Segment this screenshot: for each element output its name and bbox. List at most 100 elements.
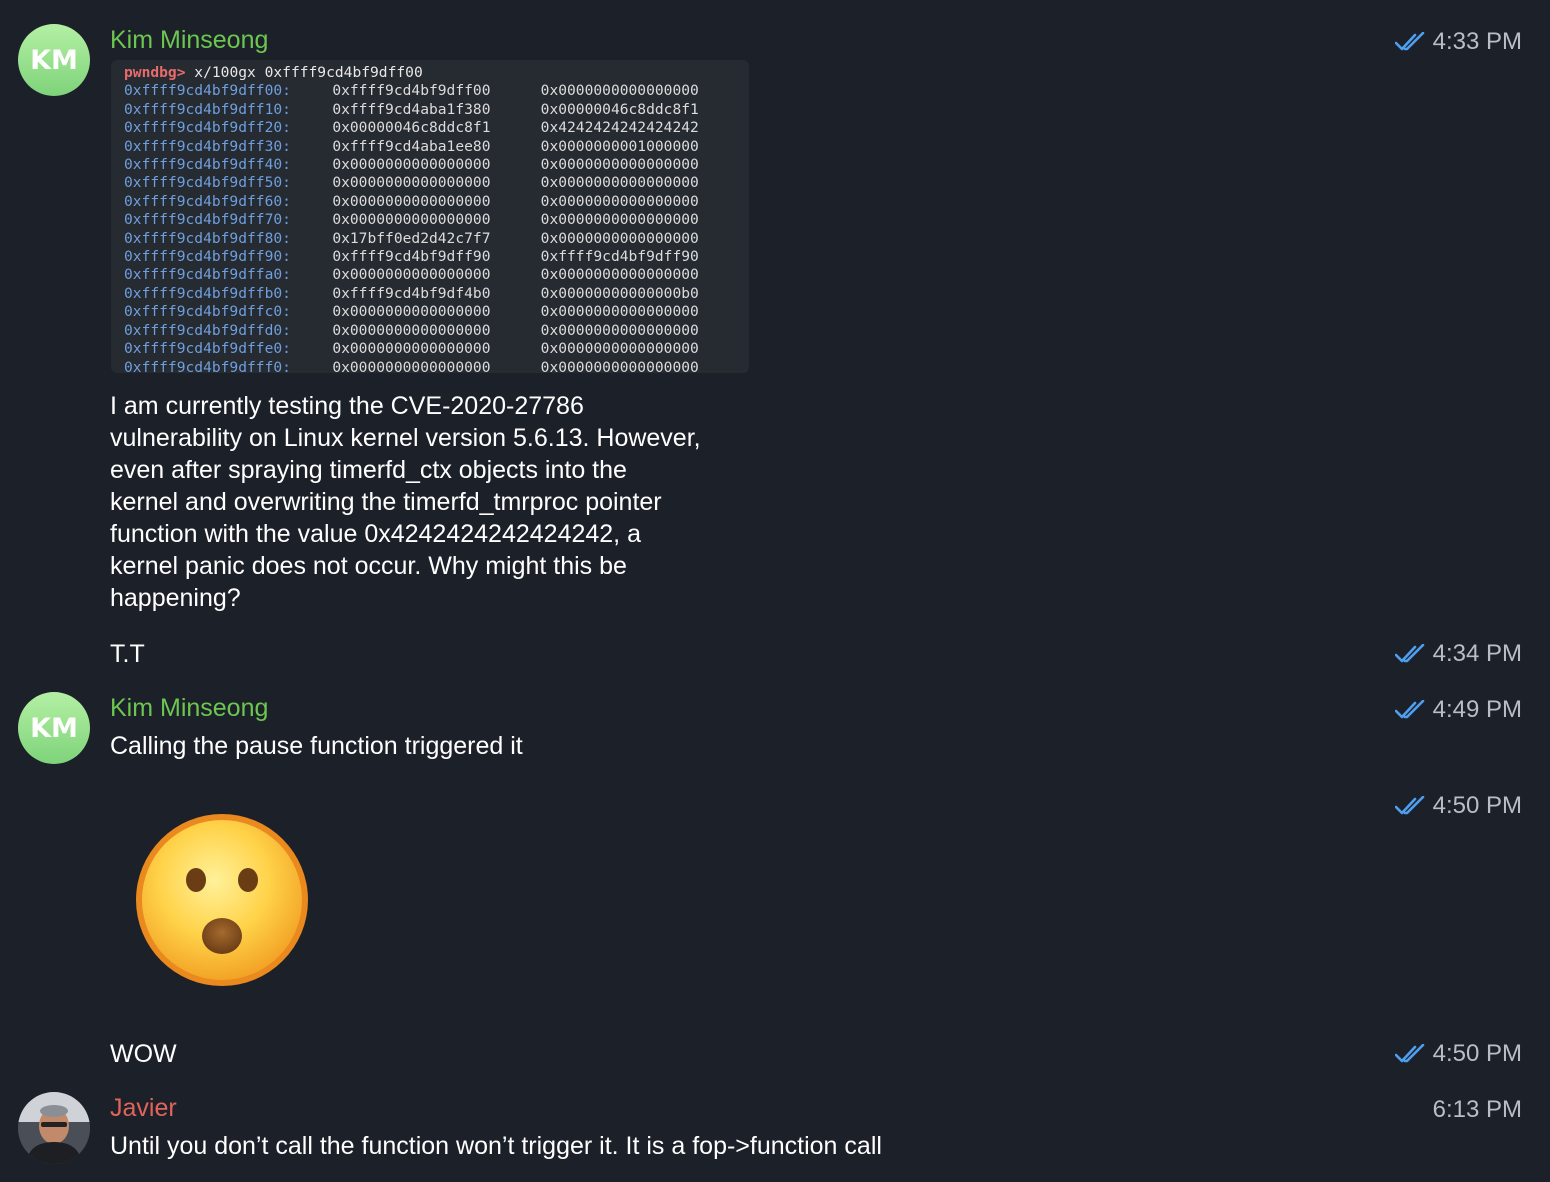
code-address: 0xffff9cd4bf9dff80: xyxy=(124,229,291,247)
code-value-2: 0x4242424242424242 xyxy=(540,119,699,137)
code-row: 0xffff9cd4bf9dff50: 0x0000000000000000 0x0… xyxy=(124,174,749,192)
code-address: 0xffff9cd4bf9dffd0: xyxy=(124,321,291,339)
code-value-1: 0x0000000000000000 xyxy=(332,358,491,374)
code-row: 0xffff9cd4bf9dff10: 0xffff9cd4aba1f380 0x0… xyxy=(124,101,749,119)
message-time: 4:50 PM xyxy=(1394,792,1522,820)
code-row: 0xffff9cd4bf9dffc0: 0x0000000000000000 0x0… xyxy=(124,303,749,321)
code-value-2: 0x00000046c8ddc8f1 xyxy=(540,100,699,118)
text-line: even after spraying timerfd_ctx objects … xyxy=(110,456,627,484)
code-value-2: 0xffff9cd4bf9dff90 xyxy=(540,248,699,266)
code-command: x/100gx 0xffff9cd4bf9dff00 xyxy=(185,64,423,81)
message-text: I am currently testing the CVE-2020-2778… xyxy=(110,390,701,614)
code-value-1: 0xffff9cd4bf9df4b0 xyxy=(332,284,491,302)
code-address: 0xffff9cd4bf9dff60: xyxy=(124,192,291,210)
code-rows: 0xffff9cd4bf9dff00: 0xffff9cd4bf9dff00 0x0… xyxy=(124,82,749,373)
time-label: 4:34 PM xyxy=(1432,640,1522,667)
message-time: 4:33 PM xyxy=(1394,28,1522,56)
code-row: 0xffff9cd4bf9dfff0: 0x0000000000000000 0x0… xyxy=(124,359,749,374)
code-row: 0xffff9cd4bf9dffe0: 0x0000000000000000 0x0… xyxy=(124,340,749,358)
code-address: 0xffff9cd4bf9dff20: xyxy=(124,119,291,137)
message-time: 6:13 PM xyxy=(1433,1096,1522,1124)
code-address: 0xffff9cd4bf9dffc0: xyxy=(124,303,291,321)
avatar-kim-minseong[interactable]: KM xyxy=(18,692,90,764)
code-value-2: 0x0000000000000000 xyxy=(540,211,699,229)
code-address: 0xffff9cd4bf9dff30: xyxy=(124,137,291,155)
code-value-2: 0x0000000000000000 xyxy=(540,192,699,210)
time-label: 4:50 PM xyxy=(1432,1040,1522,1067)
code-address: 0xffff9cd4bf9dff70: xyxy=(124,211,291,229)
avatar-kim-minseong[interactable]: KM xyxy=(18,24,90,96)
code-value-2: 0x0000000000000000 xyxy=(540,174,699,192)
code-row: 0xffff9cd4bf9dffb0: 0xffff9cd4bf9df4b0 0x0… xyxy=(124,285,749,303)
code-prompt: pwndbg> xyxy=(124,64,186,81)
double-check-icon xyxy=(1394,32,1424,51)
code-row: 0xffff9cd4bf9dff30: 0xffff9cd4aba1ee80 0x0… xyxy=(124,138,749,156)
message-time: 4:50 PM xyxy=(1394,1040,1522,1068)
text-line: kernel and overwriting the timerfd_tmrpr… xyxy=(110,488,662,516)
code-address: 0xffff9cd4bf9dff90: xyxy=(124,248,291,266)
text-line: kernel panic does not occur. Why might t… xyxy=(110,552,627,580)
code-value-1: 0x0000000000000000 xyxy=(332,321,491,339)
code-row: 0xffff9cd4bf9dff90: 0xffff9cd4bf9dff90 0xf… xyxy=(124,248,749,266)
code-value-2: 0x0000000000000000 xyxy=(540,229,699,247)
code-value-1: 0xffff9cd4aba1ee80 xyxy=(332,137,491,155)
double-check-icon xyxy=(1394,796,1424,815)
code-value-2: 0x0000000000000000 xyxy=(540,303,699,321)
code-value-2: 0x0000000000000000 xyxy=(540,340,699,358)
code-row: 0xffff9cd4bf9dff00: 0xffff9cd4bf9dff00 0x0… xyxy=(124,82,749,100)
code-row: 0xffff9cd4bf9dff70: 0x0000000000000000 0x0… xyxy=(124,211,749,229)
code-value-1: 0x0000000000000000 xyxy=(332,192,491,210)
code-value-2: 0x00000000000000b0 xyxy=(540,284,699,302)
time-label: 4:50 PM xyxy=(1432,792,1522,819)
code-address: 0xffff9cd4bf9dff40: xyxy=(124,156,291,174)
code-value-1: 0x0000000000000000 xyxy=(332,174,491,192)
code-value-1: 0x0000000000000000 xyxy=(332,303,491,321)
code-row: 0xffff9cd4bf9dff60: 0x0000000000000000 0x0… xyxy=(124,193,749,211)
code-row: 0xffff9cd4bf9dff80: 0x17bff0ed2d42c7f7 0x0… xyxy=(124,230,749,248)
double-check-icon xyxy=(1394,644,1424,663)
message-text: T.T xyxy=(110,640,145,668)
code-value-1: 0x0000000000000000 xyxy=(332,340,491,358)
sender-name[interactable]: Kim Minseong xyxy=(110,694,268,723)
code-value-1: 0x0000000000000000 xyxy=(332,211,491,229)
avatar-initials: KM xyxy=(30,712,78,744)
code-value-1: 0xffff9cd4aba1f380 xyxy=(332,100,491,118)
code-address: 0xffff9cd4bf9dffb0: xyxy=(124,284,291,302)
code-command-line: pwndbg> x/100gx 0xffff9cd4bf9dff00 xyxy=(124,64,749,82)
message-time: 4:34 PM xyxy=(1394,640,1522,668)
time-label: 4:49 PM xyxy=(1432,696,1522,723)
code-row: 0xffff9cd4bf9dff40: 0x0000000000000000 0x0… xyxy=(124,156,749,174)
code-row: 0xffff9cd4bf9dffa0: 0x0000000000000000 0x0… xyxy=(124,266,749,284)
avatar-javier[interactable] xyxy=(18,1092,90,1164)
code-address: 0xffff9cd4bf9dff00: xyxy=(124,82,291,100)
sender-name[interactable]: Kim Minseong xyxy=(110,26,268,55)
code-value-1: 0x00000046c8ddc8f1 xyxy=(332,119,491,137)
code-value-2: 0x0000000000000000 xyxy=(540,156,699,174)
text-line: vulnerability on Linux kernel version 5.… xyxy=(110,424,701,452)
chat-history: KM Kim Minseong 4:33 PM pwndbg> x/100gx … xyxy=(0,0,1550,1182)
code-address: 0xffff9cd4bf9dffa0: xyxy=(124,266,291,284)
code-screenshot[interactable]: pwndbg> x/100gx 0xffff9cd4bf9dff00 0xfff… xyxy=(111,60,749,373)
text-line: happening? xyxy=(110,584,241,612)
message-time: 4:49 PM xyxy=(1394,696,1522,724)
time-label: 4:33 PM xyxy=(1432,28,1522,55)
message-text: Until you don’t call the function won’t … xyxy=(110,1132,882,1160)
code-value-1: 0xffff9cd4bf9dff00 xyxy=(332,82,491,100)
person-photo-icon xyxy=(18,1092,90,1164)
code-value-1: 0x0000000000000000 xyxy=(332,156,491,174)
code-value-2: 0x0000000000000000 xyxy=(540,82,699,100)
text-line: I am currently testing the CVE-2020-2778… xyxy=(110,392,584,420)
code-value-1: 0x17bff0ed2d42c7f7 xyxy=(332,229,491,247)
double-check-icon xyxy=(1394,700,1424,719)
code-value-1: 0xffff9cd4bf9dff90 xyxy=(332,248,491,266)
avatar-initials: KM xyxy=(30,44,78,76)
sender-name[interactable]: Javier xyxy=(110,1094,177,1123)
code-row: 0xffff9cd4bf9dff20: 0x00000046c8ddc8f1 0x4… xyxy=(124,119,749,137)
code-address: 0xffff9cd4bf9dff50: xyxy=(124,174,291,192)
text-line: function with the value 0x42424242424242… xyxy=(110,520,641,548)
astonished-face-icon[interactable] xyxy=(134,812,310,988)
message-text: WOW xyxy=(110,1040,177,1068)
code-address: 0xffff9cd4bf9dffe0: xyxy=(124,340,291,358)
code-address: 0xffff9cd4bf9dff10: xyxy=(124,100,291,118)
message-text: Calling the pause function triggered it xyxy=(110,732,523,760)
